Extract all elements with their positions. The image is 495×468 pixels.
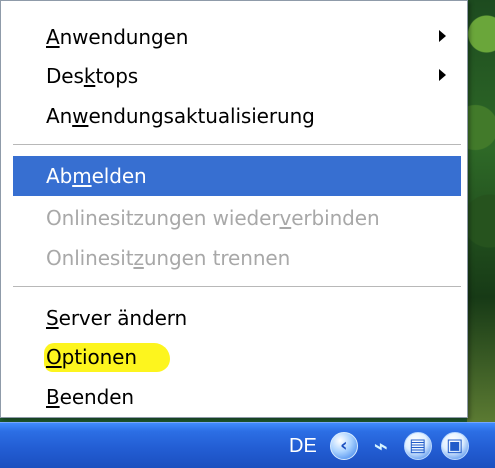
menu-item-beenden[interactable]: Beenden — [13, 378, 461, 415]
taskbar: DE ‹ ⌁ ▤ ▣ — [0, 422, 495, 468]
menu-item-server-aendern[interactable]: Server ändern — [13, 299, 461, 336]
menu-item-label: Anwendungsaktualisierung — [46, 103, 315, 128]
menu-item-label: Optionen — [46, 344, 137, 369]
menu-item-abmelden[interactable]: Abmelden — [13, 156, 461, 196]
menu-item-label: Desktops — [46, 63, 139, 88]
menu-item-label: Onlinesitzungen trennen — [46, 245, 291, 270]
menu-item-onlinesitzungen-wiederverbinden: Onlinesitzungen wiederverbinden — [13, 199, 461, 236]
submenu-arrow-icon — [439, 30, 446, 42]
context-menu: Anwendungen Desktops Anwendungsaktualisi… — [0, 0, 468, 418]
menu-separator — [13, 286, 461, 288]
window-icon[interactable]: ▣ — [440, 432, 469, 460]
menu-item-label: Abmelden — [46, 164, 147, 188]
system-tray: DE ‹ ⌁ ▤ ▣ — [277, 429, 495, 463]
submenu-arrow-icon — [439, 69, 446, 81]
menu-item-label: Anwendungen — [46, 24, 189, 49]
desktop-background — [467, 0, 495, 425]
menu-item-onlinesitzungen-trennen: Onlinesitzungen trennen — [13, 239, 461, 276]
menu-item-label: Beenden — [46, 384, 134, 409]
desktop-screen: Anwendungen Desktops Anwendungsaktualisi… — [0, 0, 495, 468]
menu-item-optionen[interactable]: Optionen — [13, 338, 461, 375]
menu-item-label: Server ändern — [46, 305, 188, 330]
menu-item-label: Onlinesitzungen wiederverbinden — [46, 205, 380, 230]
menu-item-anwendungen[interactable]: Anwendungen — [13, 18, 461, 55]
printer-icon[interactable]: ▤ — [403, 432, 432, 460]
menu-item-anwendungsaktualisierung[interactable]: Anwendungsaktualisierung — [13, 97, 461, 134]
network-icon[interactable]: ⌁ — [367, 432, 395, 460]
chevron-left-icon[interactable]: ‹ — [329, 432, 358, 460]
language-indicator[interactable]: DE — [289, 435, 317, 458]
menu-separator — [13, 144, 461, 146]
menu-item-desktops[interactable]: Desktops — [13, 57, 461, 94]
